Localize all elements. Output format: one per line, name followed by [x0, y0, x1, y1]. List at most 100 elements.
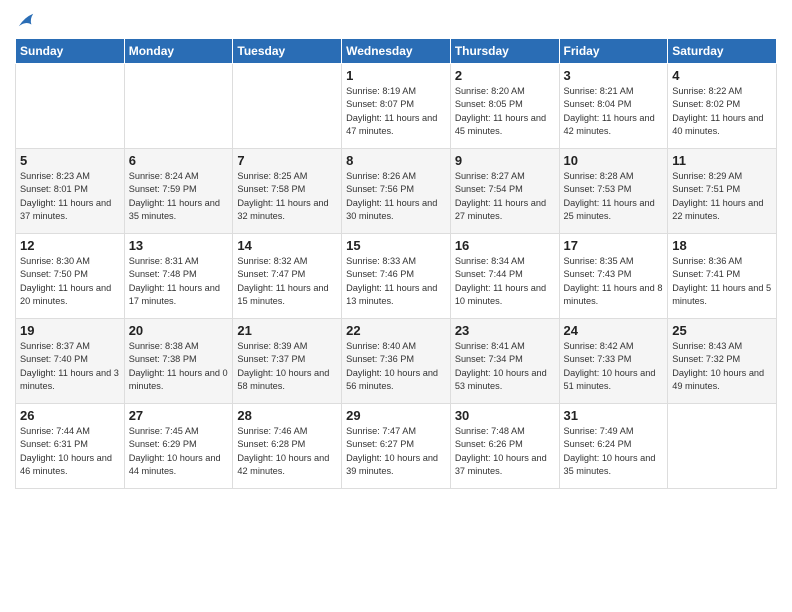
week-row-3: 12 Sunrise: 8:30 AMSunset: 7:50 PMDayligh…	[16, 234, 777, 319]
day-info: Sunrise: 8:28 AMSunset: 7:53 PMDaylight:…	[564, 170, 664, 223]
day-number: 16	[455, 238, 555, 253]
day-number: 18	[672, 238, 772, 253]
day-number: 30	[455, 408, 555, 423]
calendar-cell: 22 Sunrise: 8:40 AMSunset: 7:36 PMDayligh…	[342, 319, 451, 404]
day-number: 21	[237, 323, 337, 338]
day-info: Sunrise: 8:32 AMSunset: 7:47 PMDaylight:…	[237, 255, 337, 308]
logo-bird-icon	[17, 10, 35, 30]
calendar-cell: 12 Sunrise: 8:30 AMSunset: 7:50 PMDayligh…	[16, 234, 125, 319]
day-info: Sunrise: 8:38 AMSunset: 7:38 PMDaylight:…	[129, 340, 229, 393]
day-number: 9	[455, 153, 555, 168]
weekday-header-wednesday: Wednesday	[342, 39, 451, 64]
calendar-cell: 10 Sunrise: 8:28 AMSunset: 7:53 PMDayligh…	[559, 149, 668, 234]
calendar-cell: 25 Sunrise: 8:43 AMSunset: 7:32 PMDayligh…	[668, 319, 777, 404]
day-info: Sunrise: 8:34 AMSunset: 7:44 PMDaylight:…	[455, 255, 555, 308]
calendar-cell: 9 Sunrise: 8:27 AMSunset: 7:54 PMDaylight…	[450, 149, 559, 234]
day-info: Sunrise: 8:27 AMSunset: 7:54 PMDaylight:…	[455, 170, 555, 223]
day-info: Sunrise: 8:42 AMSunset: 7:33 PMDaylight:…	[564, 340, 664, 393]
day-number: 25	[672, 323, 772, 338]
day-number: 26	[20, 408, 120, 423]
day-info: Sunrise: 7:44 AMSunset: 6:31 PMDaylight:…	[20, 425, 120, 478]
day-info: Sunrise: 8:37 AMSunset: 7:40 PMDaylight:…	[20, 340, 120, 393]
calendar-cell: 8 Sunrise: 8:26 AMSunset: 7:56 PMDaylight…	[342, 149, 451, 234]
calendar-cell: 18 Sunrise: 8:36 AMSunset: 7:41 PMDayligh…	[668, 234, 777, 319]
calendar-cell: 20 Sunrise: 8:38 AMSunset: 7:38 PMDayligh…	[124, 319, 233, 404]
weekday-header-row: SundayMondayTuesdayWednesdayThursdayFrid…	[16, 39, 777, 64]
day-number: 31	[564, 408, 664, 423]
page: SundayMondayTuesdayWednesdayThursdayFrid…	[0, 0, 792, 612]
calendar-cell: 16 Sunrise: 8:34 AMSunset: 7:44 PMDayligh…	[450, 234, 559, 319]
day-number: 20	[129, 323, 229, 338]
calendar-cell: 24 Sunrise: 8:42 AMSunset: 7:33 PMDayligh…	[559, 319, 668, 404]
day-info: Sunrise: 8:26 AMSunset: 7:56 PMDaylight:…	[346, 170, 446, 223]
day-number: 3	[564, 68, 664, 83]
day-info: Sunrise: 8:24 AMSunset: 7:59 PMDaylight:…	[129, 170, 229, 223]
day-number: 13	[129, 238, 229, 253]
calendar-cell: 21 Sunrise: 8:39 AMSunset: 7:37 PMDayligh…	[233, 319, 342, 404]
day-number: 1	[346, 68, 446, 83]
calendar-cell: 23Sunrise: 8:41 AMSunset: 7:34 PMDayligh…	[450, 319, 559, 404]
week-row-2: 5 Sunrise: 8:23 AMSunset: 8:01 PMDaylight…	[16, 149, 777, 234]
calendar-cell: 17 Sunrise: 8:35 AMSunset: 7:43 PMDayligh…	[559, 234, 668, 319]
day-info: Sunrise: 8:21 AMSunset: 8:04 PMDaylight:…	[564, 85, 664, 138]
day-number: 7	[237, 153, 337, 168]
day-number: 24	[564, 323, 664, 338]
calendar-cell: 13 Sunrise: 8:31 AMSunset: 7:48 PMDayligh…	[124, 234, 233, 319]
calendar-cell: 3 Sunrise: 8:21 AMSunset: 8:04 PMDaylight…	[559, 64, 668, 149]
calendar-cell	[233, 64, 342, 149]
weekday-header-monday: Monday	[124, 39, 233, 64]
day-number: 8	[346, 153, 446, 168]
calendar-cell	[124, 64, 233, 149]
week-row-4: 19 Sunrise: 8:37 AMSunset: 7:40 PMDayligh…	[16, 319, 777, 404]
day-number: 22	[346, 323, 446, 338]
day-info: Sunrise: 8:36 AMSunset: 7:41 PMDaylight:…	[672, 255, 772, 308]
day-info: Sunrise: 8:39 AMSunset: 7:37 PMDaylight:…	[237, 340, 337, 393]
calendar-cell: 7 Sunrise: 8:25 AMSunset: 7:58 PMDaylight…	[233, 149, 342, 234]
day-number: 19	[20, 323, 120, 338]
day-number: 2	[455, 68, 555, 83]
day-number: 17	[564, 238, 664, 253]
day-number: 6	[129, 153, 229, 168]
day-info: Sunrise: 8:29 AMSunset: 7:51 PMDaylight:…	[672, 170, 772, 223]
day-info: Sunrise: 7:46 AMSunset: 6:28 PMDaylight:…	[237, 425, 337, 478]
day-info: Sunrise: 8:23 AMSunset: 8:01 PMDaylight:…	[20, 170, 120, 223]
day-number: 15	[346, 238, 446, 253]
calendar-cell: 2 Sunrise: 8:20 AMSunset: 8:05 PMDaylight…	[450, 64, 559, 149]
day-info: Sunrise: 7:45 AMSunset: 6:29 PMDaylight:…	[129, 425, 229, 478]
day-info: Sunrise: 8:22 AMSunset: 8:02 PMDaylight:…	[672, 85, 772, 138]
day-info: Sunrise: 8:43 AMSunset: 7:32 PMDaylight:…	[672, 340, 772, 393]
day-info: Sunrise: 8:19 AMSunset: 8:07 PMDaylight:…	[346, 85, 446, 138]
day-info: Sunrise: 8:20 AMSunset: 8:05 PMDaylight:…	[455, 85, 555, 138]
calendar-cell: 11 Sunrise: 8:29 AMSunset: 7:51 PMDayligh…	[668, 149, 777, 234]
day-number: 14	[237, 238, 337, 253]
day-info: Sunrise: 8:25 AMSunset: 7:58 PMDaylight:…	[237, 170, 337, 223]
day-number: 5	[20, 153, 120, 168]
calendar-cell: 28 Sunrise: 7:46 AMSunset: 6:28 PMDayligh…	[233, 404, 342, 489]
calendar-cell: 4 Sunrise: 8:22 AMSunset: 8:02 PMDaylight…	[668, 64, 777, 149]
calendar-cell: 27Sunrise: 7:45 AMSunset: 6:29 PMDayligh…	[124, 404, 233, 489]
day-number: 4	[672, 68, 772, 83]
weekday-header-sunday: Sunday	[16, 39, 125, 64]
day-info: Sunrise: 8:41 AMSunset: 7:34 PMDaylight:…	[455, 340, 555, 393]
day-number: 29	[346, 408, 446, 423]
day-info: Sunrise: 8:35 AMSunset: 7:43 PMDaylight:…	[564, 255, 664, 308]
day-number: 12	[20, 238, 120, 253]
day-info: Sunrise: 8:40 AMSunset: 7:36 PMDaylight:…	[346, 340, 446, 393]
day-number: 28	[237, 408, 337, 423]
calendar-cell: 19 Sunrise: 8:37 AMSunset: 7:40 PMDayligh…	[16, 319, 125, 404]
week-row-1: 1 Sunrise: 8:19 AMSunset: 8:07 PMDaylight…	[16, 64, 777, 149]
weekday-header-tuesday: Tuesday	[233, 39, 342, 64]
day-info: Sunrise: 8:31 AMSunset: 7:48 PMDaylight:…	[129, 255, 229, 308]
day-number: 10	[564, 153, 664, 168]
weekday-header-friday: Friday	[559, 39, 668, 64]
day-number: 11	[672, 153, 772, 168]
day-info: Sunrise: 7:47 AMSunset: 6:27 PMDaylight:…	[346, 425, 446, 478]
day-info: Sunrise: 8:30 AMSunset: 7:50 PMDaylight:…	[20, 255, 120, 308]
header	[15, 10, 777, 30]
calendar-cell: 1 Sunrise: 8:19 AMSunset: 8:07 PMDaylight…	[342, 64, 451, 149]
week-row-5: 26 Sunrise: 7:44 AMSunset: 6:31 PMDayligh…	[16, 404, 777, 489]
calendar-cell: 5 Sunrise: 8:23 AMSunset: 8:01 PMDaylight…	[16, 149, 125, 234]
calendar-cell: 6 Sunrise: 8:24 AMSunset: 7:59 PMDaylight…	[124, 149, 233, 234]
calendar-table: SundayMondayTuesdayWednesdayThursdayFrid…	[15, 38, 777, 489]
calendar-cell: 14 Sunrise: 8:32 AMSunset: 7:47 PMDayligh…	[233, 234, 342, 319]
